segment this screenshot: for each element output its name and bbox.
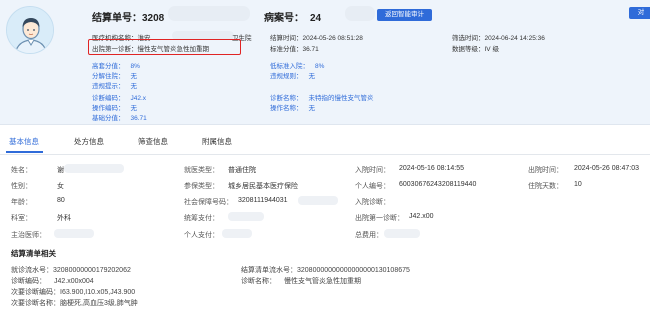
detail-tabs: 基本信息 处方信息 筛查信息 附属信息 (0, 125, 650, 155)
running-number-field: 就诊流水号：32080000000179202062 (11, 267, 131, 274)
tab-screening-info[interactable]: 筛查信息 (138, 136, 168, 147)
self-pay-field: 个人支付： (184, 232, 219, 239)
tab-attached-info[interactable]: 附属信息 (202, 136, 232, 147)
case-number-value: 24 (310, 13, 322, 24)
discharge-diagnosis-field: 出院第一诊断：慢性支气管炎急性加重期 (92, 46, 209, 53)
attending-doctor-field: 主治医师： (11, 232, 46, 239)
gender-field: 性别：女 (11, 183, 64, 190)
violation-hint-field: 违规提示：无 (92, 83, 137, 90)
high-score-field: 高套分值： 8% (92, 63, 140, 70)
settlement-section-title: 结算清单相关 (11, 249, 56, 258)
discharge-first-diagnosis-field: 出院第一诊断： J42.x00 (355, 213, 434, 222)
diag-code-field: 诊断编码： J42.x (92, 95, 147, 102)
secondary-diag-code-field: 次要诊断编码：I63.900,I10.x05,J43.900 (11, 289, 136, 296)
redacted-block (54, 229, 94, 238)
total-cost-field: 总费用： (355, 232, 383, 239)
low-standard-field: 低标准入院： 8% (270, 63, 325, 70)
op-code-field: 操作编码：无 (92, 105, 137, 112)
redacted-block (168, 6, 250, 21)
case-header: 结算单号：3208 病案号： 24 返回智能审计 对 医疗机构名称：淮安 卫生院 … (0, 0, 650, 125)
base-score-field: 基础分值： 36.71 (92, 115, 147, 122)
redacted-block (384, 229, 420, 238)
settlement-diag-code-field: 诊断编码： J42.x00x004 (11, 278, 94, 285)
diag-name-field: 诊断名称： 未特指的慢性支气管炎 (270, 95, 374, 102)
patient-avatar (6, 6, 54, 54)
tab-basic-info[interactable]: 基本信息 (9, 136, 39, 147)
settle-number-label: 结算单号： (92, 13, 142, 24)
redacted-block (298, 196, 338, 205)
redacted-block (228, 212, 264, 221)
settlement-list-running-field: 结算清单流水号：32080000000000000000130108675 (241, 267, 410, 274)
data-level-field: 数据等级：IV 级 (452, 46, 499, 53)
stay-days-field: 住院天数： 10 (528, 181, 582, 190)
admit-diagnosis-field: 入院诊断： (355, 199, 390, 206)
age-field: 年龄： 80 (11, 197, 65, 206)
settlement-diag-name-field: 诊断名称： 慢性支气管炎急性加重期 (241, 278, 361, 285)
name-field: 姓名：谢 (11, 167, 64, 174)
violation-rule-field: 违规规则：无 (270, 73, 315, 80)
case-number-title: 病案号： 24 (264, 9, 321, 24)
settle-time-field: 结算时间：2024-05-26 08:51:28 (270, 35, 363, 42)
case-number-label: 病案号： (264, 13, 304, 24)
filter-time-field: 筛选时间：2024-06-24 14:25:36 (452, 35, 545, 42)
pool-pay-field: 统筹支付： (184, 215, 219, 222)
redacted-block (64, 164, 124, 173)
insurance-type-field: 参保类型： 城乡居民基本医疗保险 (184, 183, 298, 190)
social-security-field: 社会保障号码： 3208111944031 (184, 197, 288, 206)
user-avatar-icon (7, 7, 53, 53)
discharge-time-field: 出院时间： 2024-05-26 08:47:03 (528, 165, 639, 174)
admit-time-field: 入院时间： 2024-05-16 08:14:55 (355, 165, 464, 174)
right-action-button[interactable]: 对 (629, 7, 650, 19)
settle-number-value: 3208 (142, 13, 165, 24)
visit-type-field: 就医类型： 普通住院 (184, 167, 256, 174)
op-name-field: 操作名称：无 (270, 105, 315, 112)
redacted-block (222, 229, 252, 238)
department-field: 科室： 外科 (11, 215, 71, 222)
return-audit-button[interactable]: 返回智能审计 (377, 9, 432, 21)
redacted-block (345, 6, 375, 21)
active-tab-indicator (6, 151, 43, 153)
tab-prescription-info[interactable]: 处方信息 (74, 136, 104, 147)
standard-score-field: 标准分值：36.71 (270, 46, 319, 53)
personal-number-field: 个人编号： 60030676243208119440 (355, 181, 477, 190)
split-stay-field: 分解住院：无 (92, 73, 137, 80)
secondary-diag-name-field: 次要诊断名称：脑梗死,高血压3级,肺气肿 (11, 300, 138, 307)
settle-number-title: 结算单号：3208 (92, 9, 164, 24)
